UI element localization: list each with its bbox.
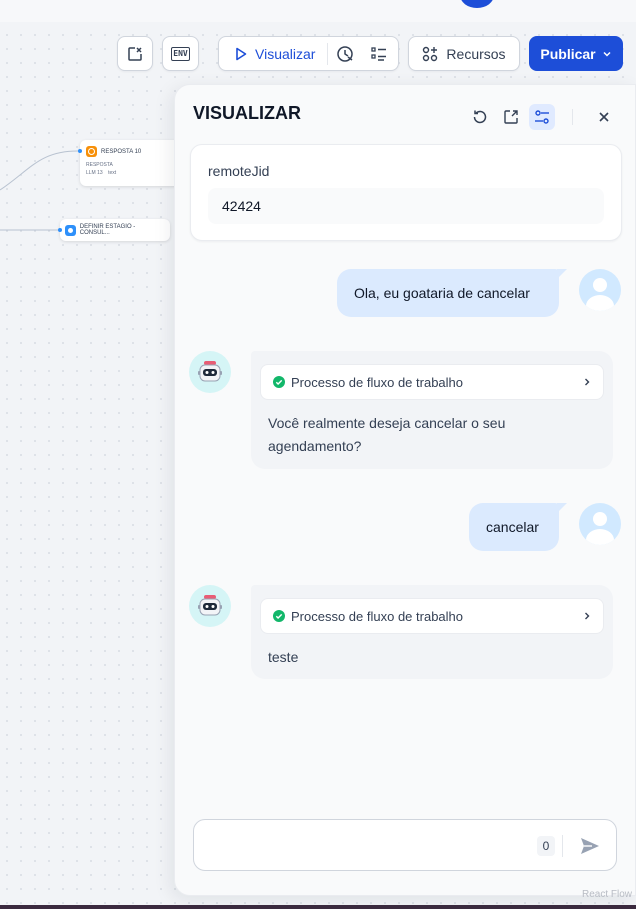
recursos-button[interactable]: Recursos bbox=[408, 36, 520, 71]
flow-node-definir-estagio[interactable]: DEFINIR ESTAGIO - CONSUL... bbox=[60, 219, 170, 241]
node-title: DEFINIR ESTAGIO - CONSUL... bbox=[79, 224, 136, 236]
message-input[interactable] bbox=[206, 830, 526, 860]
resources-icon bbox=[423, 46, 438, 61]
user-avatar bbox=[579, 269, 621, 311]
message-composer: 0 bbox=[193, 819, 617, 871]
message-text: Você realmente deseja cancelar o seu age… bbox=[268, 415, 506, 454]
bot-avatar bbox=[189, 585, 231, 627]
node-handle[interactable] bbox=[78, 149, 82, 153]
workflow-label: Processo de fluxo de trabalho bbox=[291, 608, 463, 624]
variables-card: remoteJid bbox=[190, 144, 622, 241]
recursos-label: Recursos bbox=[446, 45, 506, 62]
react-flow-attribution[interactable]: React Flow bbox=[582, 889, 632, 900]
restart-button[interactable] bbox=[467, 104, 493, 130]
check-circle-icon bbox=[273, 610, 285, 622]
open-external-icon bbox=[504, 110, 518, 124]
flow-node-resposta-10[interactable]: RESPOSTA 10 RESPOSTA LLM 13 text bbox=[80, 140, 180, 186]
chevron-right-icon bbox=[585, 378, 590, 386]
chevron-right-icon bbox=[585, 612, 590, 620]
send-icon bbox=[581, 838, 599, 854]
bottom-bar bbox=[0, 905, 636, 909]
node-tag-text: text bbox=[108, 170, 117, 176]
bot-message: Processo de fluxo de trabalho teste bbox=[251, 585, 613, 679]
env-button[interactable]: ENV bbox=[162, 36, 199, 71]
close-tab-button[interactable] bbox=[117, 36, 153, 71]
set-stage-icon bbox=[65, 224, 76, 236]
history-button[interactable] bbox=[328, 37, 362, 70]
close-icon bbox=[599, 112, 609, 122]
message-text: Ola, eu goataria de cancelar bbox=[354, 285, 530, 301]
workflow-process-toggle[interactable]: Processo de fluxo de trabalho bbox=[260, 598, 604, 634]
user-message: Ola, eu goataria de cancelar bbox=[337, 269, 567, 317]
visualizar-button[interactable]: Visualizar bbox=[219, 37, 327, 70]
env-icon: ENV bbox=[171, 46, 190, 61]
char-counter: 0 bbox=[537, 836, 555, 856]
response-icon bbox=[86, 146, 97, 157]
user-avatar bbox=[579, 503, 621, 545]
preview-button-group: Visualizar bbox=[218, 36, 399, 71]
bot-message: Processo de fluxo de trabalho Você realm… bbox=[251, 351, 613, 469]
message-text: cancelar bbox=[486, 519, 539, 535]
checklist-icon bbox=[371, 46, 387, 61]
close-panel-button[interactable] bbox=[591, 104, 617, 130]
history-icon bbox=[337, 45, 354, 62]
send-button[interactable] bbox=[578, 834, 602, 858]
panel-title: VISUALIZAR bbox=[193, 103, 301, 123]
visualizar-label: Visualizar bbox=[255, 45, 316, 62]
sliders-icon bbox=[535, 110, 549, 124]
checklist-button[interactable] bbox=[362, 37, 396, 70]
restart-icon bbox=[473, 110, 487, 124]
variables-toggle-button[interactable] bbox=[529, 104, 555, 130]
divider bbox=[572, 109, 573, 125]
robot-icon bbox=[198, 595, 222, 616]
chevron-down-icon bbox=[603, 51, 611, 57]
check-circle-icon bbox=[273, 376, 285, 388]
top-toolbar: ENV Visualizar Recursos Publicar bbox=[0, 36, 636, 72]
close-tab-icon bbox=[128, 46, 142, 61]
bot-avatar bbox=[189, 351, 231, 393]
divider bbox=[562, 835, 563, 857]
variable-label: remoteJid bbox=[208, 163, 270, 179]
user-message: cancelar bbox=[469, 503, 567, 551]
workflow-process-toggle[interactable]: Processo de fluxo de trabalho bbox=[260, 364, 604, 400]
node-title: RESPOSTA 10 bbox=[101, 148, 142, 155]
message-text: teste bbox=[268, 649, 299, 665]
open-in-new-button[interactable] bbox=[498, 104, 524, 130]
workflow-label: Processo de fluxo de trabalho bbox=[291, 374, 463, 390]
remotejid-input[interactable] bbox=[208, 188, 604, 224]
publicar-label: Publicar bbox=[540, 45, 596, 62]
node-subtitle: RESPOSTA bbox=[86, 162, 113, 168]
robot-icon bbox=[198, 361, 222, 382]
preview-panel: VISUALIZAR remoteJid Ola, eu goataria de… bbox=[174, 84, 636, 896]
node-tag-llm: LLM 13 bbox=[86, 170, 103, 176]
play-icon bbox=[236, 47, 247, 60]
publicar-button[interactable]: Publicar bbox=[529, 36, 623, 71]
node-handle[interactable] bbox=[58, 228, 62, 232]
